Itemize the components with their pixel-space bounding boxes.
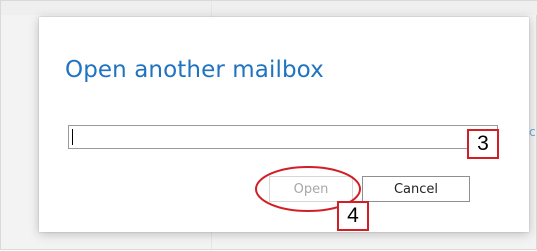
open-mailbox-dialog: Open another mailbox Open Cancel — [39, 17, 529, 232]
step-callout-4: 4 — [337, 201, 369, 231]
open-button[interactable]: Open — [269, 176, 353, 202]
cancel-button[interactable]: Cancel — [362, 176, 470, 202]
dialog-title: Open another mailbox — [65, 57, 324, 83]
mailbox-name-input[interactable] — [68, 125, 498, 149]
background-header — [1, 1, 537, 15]
text-caret — [72, 129, 73, 145]
background-text-fragment: c — [529, 125, 536, 139]
window-frame: c Open another mailbox Open Cancel 3 4 — [0, 0, 537, 251]
step-callout-3: 3 — [467, 129, 499, 159]
